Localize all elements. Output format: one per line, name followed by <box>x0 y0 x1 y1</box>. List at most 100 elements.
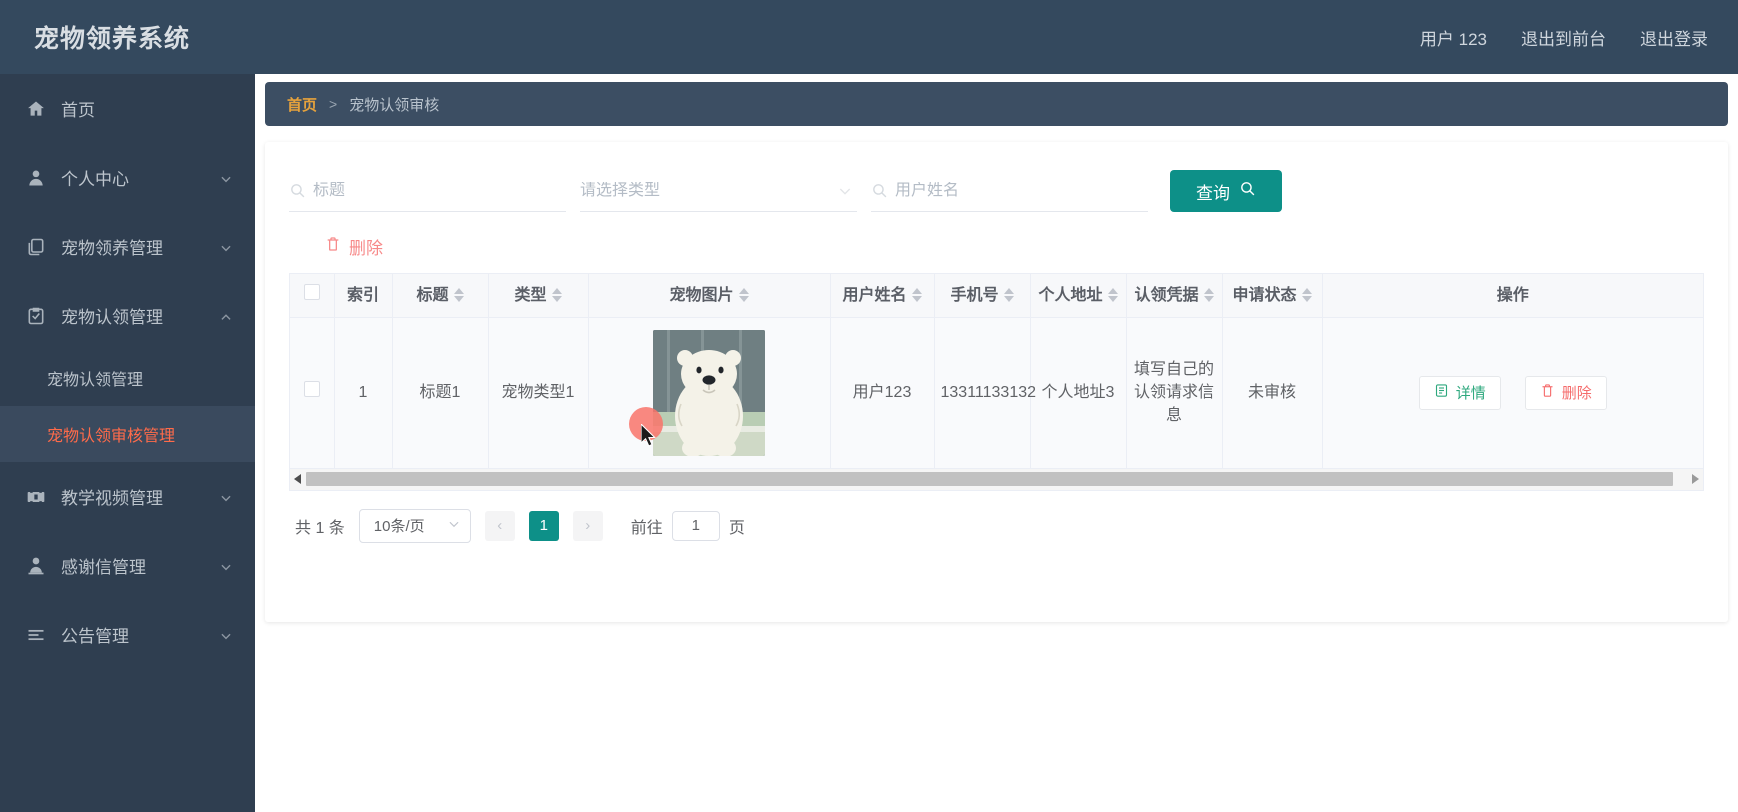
jump-prefix-label: 前往 <box>630 519 663 537</box>
list-icon <box>25 624 47 646</box>
pet-photo[interactable] <box>653 329 765 456</box>
search-button-label: 查询 <box>1196 183 1230 203</box>
sort-icon[interactable] <box>1107 288 1118 303</box>
bulk-delete-button[interactable]: 删除 <box>323 230 385 263</box>
sort-icon[interactable] <box>738 288 749 303</box>
jump-page-input[interactable] <box>671 510 720 541</box>
cell-phone: 13311133132 <box>934 317 1036 469</box>
sidebar-subitem-claim-audit-management[interactable]: 宠物认领审核管理 <box>0 406 255 462</box>
breadcrumb-separator: > <box>329 96 338 112</box>
th-phone[interactable]: 手机号 <box>934 274 1031 318</box>
data-table: 索引 标题 类型 宠物图片 用户姓名 手机号 个人地址 认领凭据 申请状态 操作… <box>290 274 1703 469</box>
search-icon <box>289 182 307 200</box>
row-checkbox[interactable] <box>303 381 320 397</box>
filter-bar: 查询 <box>289 162 1704 216</box>
sidebar-item-announcement-management[interactable]: 公告管理 <box>0 600 255 669</box>
th-phone-label: 手机号 <box>950 286 999 304</box>
breadcrumb: 首页 > 宠物认领审核 <box>265 82 1728 126</box>
select-all-checkbox[interactable] <box>303 284 320 300</box>
th-actions-label: 操作 <box>1496 286 1529 304</box>
scrollbar-track[interactable] <box>306 472 1687 487</box>
th-credential-label: 认领凭据 <box>1134 286 1199 304</box>
th-credential[interactable]: 认领凭据 <box>1126 274 1223 318</box>
scrollbar-thumb[interactable] <box>306 472 1674 487</box>
search-icon <box>871 182 889 200</box>
scroll-left-arrow-icon[interactable] <box>290 469 306 489</box>
th-user-name[interactable]: 用户姓名 <box>830 274 935 318</box>
pagination-prev-button[interactable]: ‹ <box>484 510 515 541</box>
type-select-input[interactable] <box>580 181 857 200</box>
chevron-down-icon <box>219 240 233 254</box>
th-select-all[interactable] <box>290 274 335 318</box>
app-brand-title: 宠物领养系统 <box>34 25 191 53</box>
sort-icon[interactable] <box>453 288 464 303</box>
logout-button[interactable]: 退出登录 <box>1640 25 1708 50</box>
sort-icon[interactable] <box>551 288 562 303</box>
page-size-select[interactable]: 10条/页 <box>358 508 471 543</box>
cell-index: 1 <box>334 317 393 469</box>
sort-icon[interactable] <box>1203 288 1214 303</box>
pagination-jump: 前往 页 <box>630 510 745 541</box>
username-search-input[interactable] <box>895 181 1148 200</box>
scroll-right-arrow-icon[interactable] <box>1687 469 1703 489</box>
breadcrumb-home-link[interactable]: 首页 <box>287 94 317 115</box>
th-address-label: 个人地址 <box>1038 286 1103 304</box>
cell-pet-image[interactable] <box>588 317 831 469</box>
sidebar-label-video-management: 教学视频管理 <box>61 489 163 508</box>
chevron-down-icon <box>219 171 233 185</box>
sidebar-item-personal-center[interactable]: 个人中心 <box>0 143 255 212</box>
chevron-down-icon[interactable] <box>837 183 853 199</box>
type-select-field[interactable] <box>580 170 857 212</box>
row-delete-button[interactable]: 删除 <box>1524 375 1607 410</box>
th-address[interactable]: 个人地址 <box>1030 274 1127 318</box>
content-panel: 查询 删除 <box>265 142 1728 622</box>
sidebar-item-claim-management[interactable]: 宠物认领管理 <box>0 281 255 350</box>
chevron-up-icon <box>219 309 233 323</box>
th-pet-image[interactable]: 宠物图片 <box>588 274 831 318</box>
th-title[interactable]: 标题 <box>392 274 489 318</box>
th-pet-image-label: 宠物图片 <box>669 286 734 304</box>
sidebar-subitem-claim-management[interactable]: 宠物认领管理 <box>0 350 255 406</box>
row-action-group: 详情 删除 <box>1329 375 1698 410</box>
th-title-label: 标题 <box>416 286 449 304</box>
sidebar-item-adoption-management[interactable]: 宠物领养管理 <box>0 212 255 281</box>
film-icon <box>25 486 47 508</box>
sidebar-sublabel-claim-audit-management: 宠物认领审核管理 <box>47 428 176 445</box>
top-nav: 用户 123 退出到前台 退出登录 <box>1420 25 1708 50</box>
sidebar-sublabel-claim-management: 宠物认领管理 <box>47 372 144 389</box>
username-search-field[interactable] <box>871 170 1148 212</box>
sidebar-item-video-management[interactable]: 教学视频管理 <box>0 462 255 531</box>
document-icon <box>1434 383 1449 402</box>
th-actions: 操作 <box>1322 274 1703 318</box>
sidebar-label-claim-management: 宠物认领管理 <box>61 308 163 327</box>
breadcrumb-current: 宠物认领审核 <box>349 96 440 114</box>
horizontal-scrollbar[interactable] <box>289 468 1704 491</box>
th-status[interactable]: 申请状态 <box>1222 274 1323 318</box>
user-label[interactable]: 用户 123 <box>1420 25 1487 50</box>
sidebar-item-home[interactable]: 首页 <box>0 74 255 143</box>
detail-button[interactable]: 详情 <box>1418 375 1501 410</box>
exit-to-front-button[interactable]: 退出到前台 <box>1521 25 1606 50</box>
sort-icon[interactable] <box>911 288 922 303</box>
sidebar-label-personal-center: 个人中心 <box>61 170 129 189</box>
chevron-down-icon <box>219 490 233 504</box>
row-delete-label: 删除 <box>1561 385 1592 403</box>
sort-icon[interactable] <box>1003 288 1014 303</box>
pagination-page-1[interactable]: 1 <box>528 510 559 541</box>
sidebar-label-thanks-letter-management: 感谢信管理 <box>61 558 146 577</box>
th-status-label: 申请状态 <box>1232 286 1297 304</box>
th-type[interactable]: 类型 <box>488 274 589 318</box>
search-button[interactable]: 查询 <box>1170 170 1282 212</box>
chevron-down-icon <box>219 559 233 573</box>
pagination-next-button[interactable]: › <box>572 510 603 541</box>
th-type-label: 类型 <box>514 286 547 304</box>
cell-row-select[interactable] <box>290 317 335 469</box>
sidebar-label-home: 首页 <box>61 101 95 120</box>
sidebar-nav: 首页 个人中心 宠物领养管理 宠物认领管理 宠物认领管理 宠物认领审核管理 教学… <box>0 74 255 812</box>
cell-title: 标题1 <box>392 317 489 469</box>
title-search-input[interactable] <box>313 181 566 200</box>
sort-icon[interactable] <box>1301 288 1312 303</box>
table-row[interactable]: 1 标题1 宠物类型1 用户123 13311133132 个人地址3 填写自己… <box>290 317 1703 469</box>
title-search-field[interactable] <box>289 170 566 212</box>
sidebar-item-thanks-letter-management[interactable]: 感谢信管理 <box>0 531 255 600</box>
